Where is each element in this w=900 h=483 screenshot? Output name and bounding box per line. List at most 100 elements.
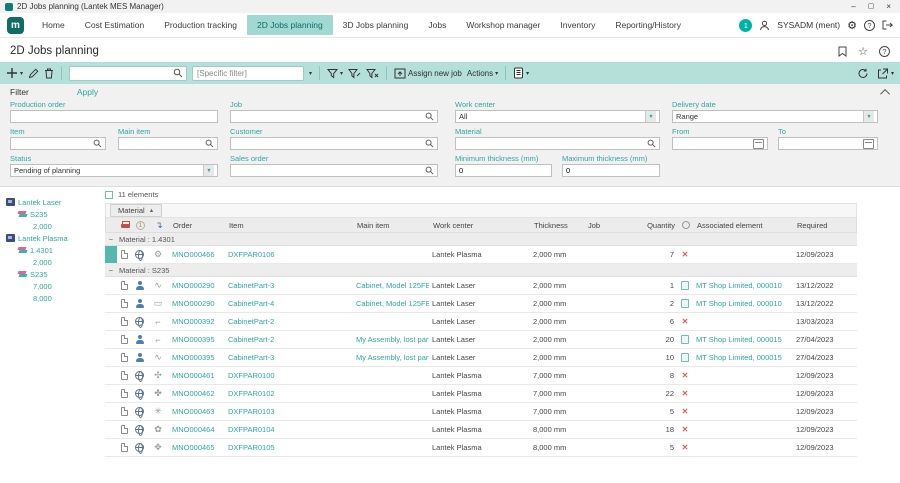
tree-item-7-000[interactable]: 7,000 bbox=[0, 280, 100, 292]
notification-badge[interactable]: 1 bbox=[739, 19, 752, 32]
menu-jobs[interactable]: Jobs bbox=[418, 15, 456, 35]
main-item-cell[interactable] bbox=[353, 367, 429, 384]
associated-doc-icon[interactable] bbox=[677, 349, 693, 366]
item-cell[interactable]: CabinetPart-2 bbox=[225, 331, 353, 348]
row-expander[interactable] bbox=[105, 421, 117, 438]
main-item-cell[interactable] bbox=[353, 421, 429, 438]
order-cell[interactable]: MNO000464 bbox=[169, 421, 225, 438]
col-order[interactable]: Order bbox=[170, 218, 226, 232]
delivery-date-select[interactable]: Range ▼ bbox=[672, 110, 878, 123]
select-all-checkbox[interactable] bbox=[105, 191, 113, 199]
table-row[interactable]: ⌐MNO000392CabinetPart-2Lantek Laser2,000… bbox=[105, 313, 857, 331]
col-quantity[interactable]: Quantity bbox=[640, 218, 678, 232]
no-association-x-icon[interactable]: ✕ bbox=[677, 403, 693, 420]
associated-element-cell[interactable] bbox=[693, 421, 793, 438]
main-item-search-icon[interactable] bbox=[205, 139, 214, 148]
main-item-cell[interactable] bbox=[353, 313, 429, 330]
item-cell[interactable]: DXFPAR0106 bbox=[225, 246, 353, 263]
tree-item-2-000[interactable]: 2,000 bbox=[0, 256, 100, 268]
item-cell[interactable]: DXFPAR0102 bbox=[225, 385, 353, 402]
edit-pencil-icon[interactable] bbox=[28, 68, 39, 79]
tree-item-s235[interactable]: S235 bbox=[0, 208, 100, 220]
item-cell[interactable]: DXFPAR0103 bbox=[225, 403, 353, 420]
associated-element-cell[interactable] bbox=[693, 246, 793, 263]
bookmark-icon[interactable] bbox=[838, 46, 847, 57]
menu-production-tracking[interactable]: Production tracking bbox=[154, 15, 247, 35]
minimize-button[interactable]: – bbox=[851, 2, 855, 11]
main-item-cell[interactable]: My Assembly, lost part... bbox=[353, 349, 429, 366]
associated-element-cell[interactable]: MT Shop Limited, 000015 bbox=[693, 349, 793, 366]
order-cell[interactable]: MNO000395 bbox=[169, 331, 225, 348]
menu-3d-jobs-planning[interactable]: 3D Jobs planning bbox=[333, 15, 419, 35]
order-cell[interactable]: MNO000461 bbox=[169, 367, 225, 384]
priority-icon[interactable]: 1 bbox=[136, 221, 145, 230]
favorite-star-icon[interactable]: ☆ bbox=[858, 45, 868, 58]
customer-input[interactable] bbox=[234, 139, 425, 148]
table-row[interactable]: ▭MNO000290CabinetPart-4Cabinet, Model 12… bbox=[105, 295, 857, 313]
main-item-cell[interactable] bbox=[353, 385, 429, 402]
assign-new-job-button[interactable]: Assign new job bbox=[394, 68, 462, 79]
row-expander[interactable] bbox=[105, 385, 117, 402]
tree-item-s235[interactable]: S235 bbox=[0, 268, 100, 280]
col-work-center[interactable]: Work center bbox=[430, 218, 531, 232]
tree-item-8-000[interactable]: 8,000 bbox=[0, 292, 100, 304]
to-date-input[interactable] bbox=[782, 139, 863, 148]
no-association-x-icon[interactable]: ✕ bbox=[677, 385, 693, 402]
print-icon[interactable] bbox=[121, 221, 130, 229]
associated-element-cell[interactable] bbox=[693, 439, 793, 456]
to-calendar-icon[interactable] bbox=[863, 139, 874, 149]
menu-2d-jobs-planning[interactable]: 2D Jobs planning bbox=[247, 15, 333, 35]
table-row[interactable]: ⌐MNO000395CabinetPart-2My Assembly, lost… bbox=[105, 331, 857, 349]
main-item-cell[interactable]: My Assembly, lost part... bbox=[353, 331, 429, 348]
row-expander[interactable] bbox=[105, 313, 117, 330]
row-expander[interactable] bbox=[105, 439, 117, 456]
table-row[interactable]: ✥MNO000465DXFPAR0105Lantek Plasma8,000 m… bbox=[105, 439, 857, 457]
main-item-cell[interactable] bbox=[353, 403, 429, 420]
item-input[interactable] bbox=[14, 139, 93, 148]
associated-element-cell[interactable]: MT Shop Limited, 000015 bbox=[693, 331, 793, 348]
tree-item-lantek-laser[interactable]: Lantek Laser bbox=[0, 196, 100, 208]
item-cell[interactable]: CabinetPart-4 bbox=[225, 295, 353, 312]
col-associated-element[interactable]: Associated element bbox=[694, 218, 794, 232]
associated-element-cell[interactable] bbox=[693, 313, 793, 330]
order-cell[interactable]: MNO000466 bbox=[169, 246, 225, 263]
sales-order-search-icon[interactable] bbox=[425, 166, 434, 175]
settings-gear-icon[interactable]: ⚙ bbox=[847, 19, 857, 32]
main-item-input[interactable] bbox=[122, 139, 205, 148]
row-expander[interactable] bbox=[105, 277, 117, 294]
sales-order-input[interactable] bbox=[234, 166, 425, 175]
associated-element-cell[interactable]: MT Shop Limited, 000010 bbox=[693, 277, 793, 294]
job-input[interactable] bbox=[234, 112, 425, 121]
no-association-x-icon[interactable]: ✕ bbox=[677, 313, 693, 330]
filter-clear-funnel-icon[interactable] bbox=[366, 68, 379, 79]
row-expander[interactable] bbox=[105, 349, 117, 366]
item-cell[interactable]: CabinetPart-3 bbox=[225, 277, 353, 294]
main-item-cell[interactable] bbox=[353, 246, 429, 263]
table-row[interactable]: ✿MNO000464DXFPAR0104Lantek Plasma8,000 m… bbox=[105, 421, 857, 439]
no-association-x-icon[interactable]: ✕ bbox=[677, 246, 693, 263]
export-icon[interactable]: ▾ bbox=[877, 68, 894, 79]
collapse-group-icon[interactable]: − bbox=[105, 233, 117, 245]
logout-icon[interactable] bbox=[882, 20, 893, 30]
main-item-cell[interactable] bbox=[353, 439, 429, 456]
current-user[interactable]: SYSADM (ment) bbox=[777, 20, 840, 30]
table-row[interactable]: ∿MNO000395CabinetPart-3My Assembly, lost… bbox=[105, 349, 857, 367]
delete-trash-icon[interactable] bbox=[44, 68, 54, 79]
col-item[interactable]: Item bbox=[226, 218, 354, 232]
group-row-material-1-4301[interactable]: −Material : 1.4301 bbox=[105, 233, 857, 246]
item-cell[interactable]: DXFPAR0105 bbox=[225, 439, 353, 456]
associated-doc-icon[interactable] bbox=[677, 295, 693, 312]
table-row[interactable]: ⚙MNO000466DXFPAR0106Lantek Plasma2,000 m… bbox=[105, 246, 857, 264]
max-thickness-input[interactable] bbox=[566, 166, 656, 175]
order-cell[interactable]: MNO000463 bbox=[169, 403, 225, 420]
material-search-icon[interactable] bbox=[647, 139, 656, 148]
actions-button[interactable]: Actions ▾ bbox=[467, 69, 498, 78]
associated-doc-icon[interactable] bbox=[677, 277, 693, 294]
menu-reporting-history[interactable]: Reporting/History bbox=[605, 15, 691, 35]
delivery-date-caret-icon[interactable]: ▼ bbox=[863, 111, 874, 122]
status-select[interactable]: Pending of planning ▼ bbox=[10, 164, 218, 177]
item-cell[interactable]: DXFPAR0104 bbox=[225, 421, 353, 438]
row-expander[interactable] bbox=[105, 295, 117, 312]
work-center-select[interactable]: All ▼ bbox=[455, 110, 660, 123]
row-expander[interactable] bbox=[105, 367, 117, 384]
